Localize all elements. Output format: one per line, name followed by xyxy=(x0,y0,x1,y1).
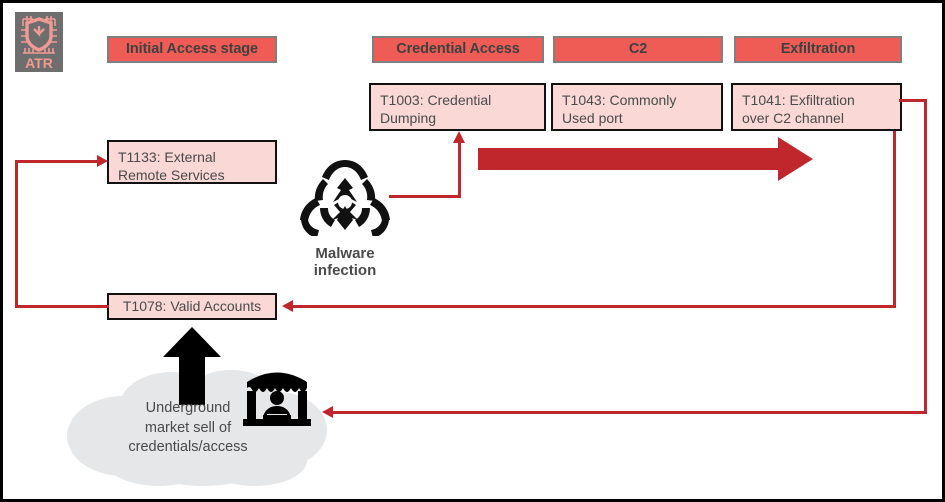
atr-logo-text: ATR xyxy=(25,55,53,71)
stage-header-exfiltration: Exfiltration xyxy=(734,36,902,63)
technique-box-t1041: T1041: Exfiltration over C2 channel xyxy=(731,83,902,131)
arrowhead-into-t1078-right xyxy=(282,300,293,312)
connector-t1078-to-t1133-top xyxy=(15,160,99,163)
stage-header-initial-access: Initial Access stage xyxy=(107,36,277,63)
arrowhead-into-t1133 xyxy=(97,155,108,167)
connector-t1041-to-market-vertical xyxy=(924,99,927,414)
biohazard-icon xyxy=(300,160,390,238)
technique-box-t1043: T1043: Commonly Used port xyxy=(551,83,723,131)
atr-logo: ATR xyxy=(15,12,63,72)
diagram-canvas: ATR Initial Access stage Credential Acce… xyxy=(0,0,945,502)
technique-box-t1078: T1078: Valid Accounts xyxy=(107,293,277,320)
technique-box-t1133: T1133: External Remote Services xyxy=(107,140,277,184)
arrowhead-into-t1003 xyxy=(453,131,465,143)
connector-t1041-to-t1078-horizontal xyxy=(293,305,896,308)
malware-infection-label: Malware infection xyxy=(313,245,377,280)
stage-header-credential-access: Credential Access xyxy=(372,36,544,63)
malware-infection-group: Malware infection xyxy=(290,158,400,280)
connector-t1078-to-t1133-vertical xyxy=(15,160,18,308)
connector-t1078-to-t1133-bottom xyxy=(15,305,109,308)
connector-t1041-to-market-horizontal xyxy=(333,411,927,414)
connector-t1041-to-t1078-vertical xyxy=(893,131,896,308)
progression-arrow xyxy=(478,137,813,181)
black-up-arrow xyxy=(163,327,221,405)
stage-header-c2: C2 xyxy=(553,36,723,63)
connector-t1041-to-market-stub xyxy=(899,99,927,102)
connector-malware-to-t1003-vertical xyxy=(458,143,461,198)
technique-box-t1003: T1003: Credential Dumping xyxy=(369,83,546,131)
cloud-label: Underground market sell of credentials/a… xyxy=(128,400,248,456)
